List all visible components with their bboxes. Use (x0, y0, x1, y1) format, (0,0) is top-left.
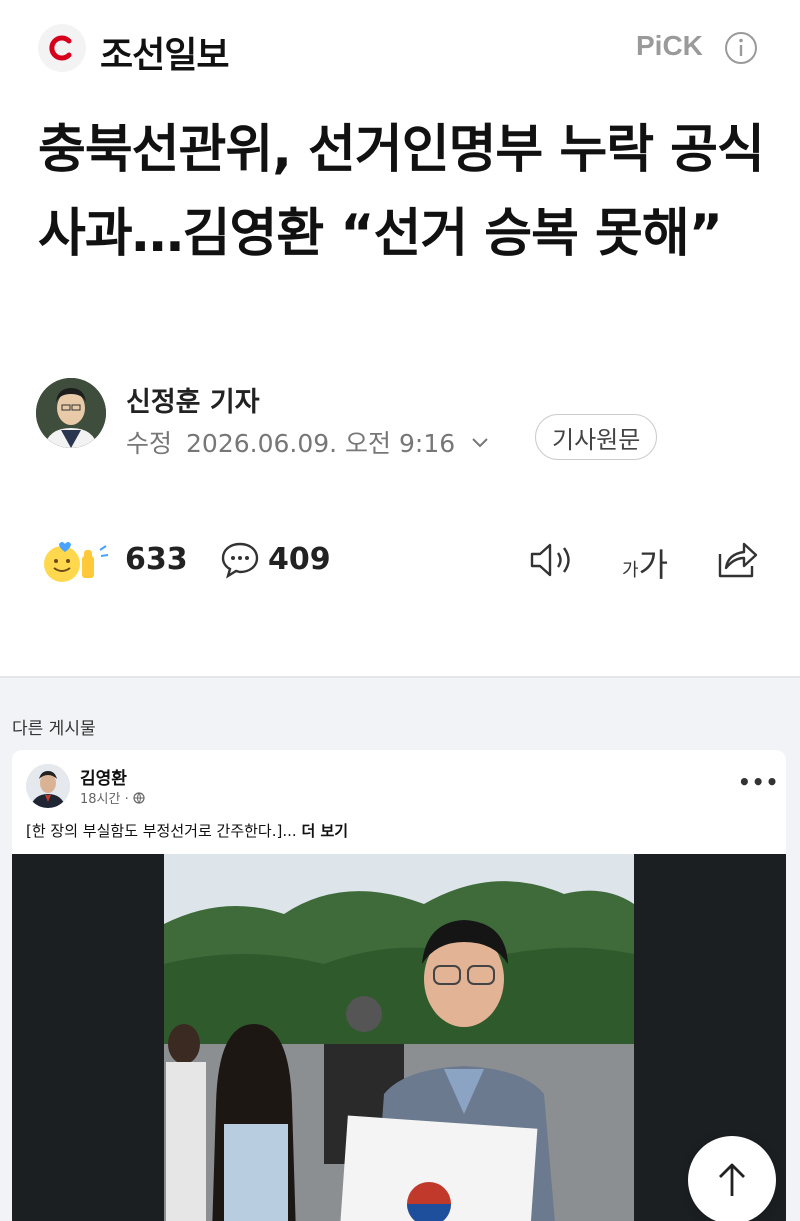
post-menu-icon[interactable]: ••• (738, 770, 779, 794)
see-more-link[interactable]: 더 보기 (301, 822, 348, 840)
globe-icon (133, 791, 145, 804)
article-date[interactable]: 수정 2026.06.09. 오전 9:16 (126, 424, 491, 460)
post-text-body: [한 장의 부실함도 부정선거로 간주한다.]... (26, 822, 297, 840)
date-label: 수정 (126, 429, 173, 458)
original-article-button[interactable]: 기사원문 (535, 414, 658, 460)
like-count: 633 (125, 542, 188, 577)
article-headline: 충북선관위, 선거인명부 누락 공식 사과…김영환 “선거 승복 못해” (38, 120, 765, 264)
reporter-name[interactable]: 신정훈 기자 (126, 380, 260, 419)
like-emoji-icon[interactable] (40, 536, 120, 586)
font-small-label: 가 (622, 560, 639, 581)
other-posts-section: 다른 게시물 김영환 18시간 · ••• [한 장의 부실함도 부정선거로 간… (0, 676, 800, 1221)
press-name[interactable]: 조선일보 (100, 26, 229, 78)
chosun-logo-icon[interactable] (38, 24, 86, 72)
post-photo[interactable] (12, 854, 786, 1221)
action-bar: 633 409 가가 (0, 530, 800, 590)
embedded-post-card[interactable]: 김영환 18시간 · ••• [한 장의 부실함도 부정선거로 간주한다.]..… (12, 750, 786, 1221)
press-header: 조선일보 PiCK (0, 0, 800, 100)
pick-label: PiCK (636, 30, 703, 61)
info-icon[interactable] (724, 31, 758, 65)
other-posts-label: 다른 게시물 (12, 719, 96, 739)
post-time: 18시간 · (80, 788, 145, 807)
reporter-avatar[interactable] (36, 378, 106, 448)
post-photo-image (164, 854, 634, 1221)
font-size-button[interactable]: 가가 (622, 540, 668, 586)
comment-count: 409 (268, 542, 331, 577)
post-author-avatar[interactable] (26, 764, 70, 808)
post-text: [한 장의 부실함도 부정선거로 간주한다.]... 더 보기 (26, 820, 348, 841)
scroll-to-top-button[interactable] (688, 1136, 776, 1221)
post-author-name[interactable]: 김영환 (80, 764, 127, 789)
date-value: 2026.06.09. 오전 9:16 (186, 429, 456, 458)
font-large-label: 가 (638, 546, 669, 584)
post-time-text: 18시간 · (80, 792, 129, 807)
comment-icon[interactable] (220, 540, 260, 580)
arrow-up-icon (719, 1163, 745, 1196)
speaker-icon[interactable] (528, 540, 576, 580)
chevron-down-icon[interactable] (469, 431, 491, 453)
share-icon[interactable] (714, 538, 760, 582)
